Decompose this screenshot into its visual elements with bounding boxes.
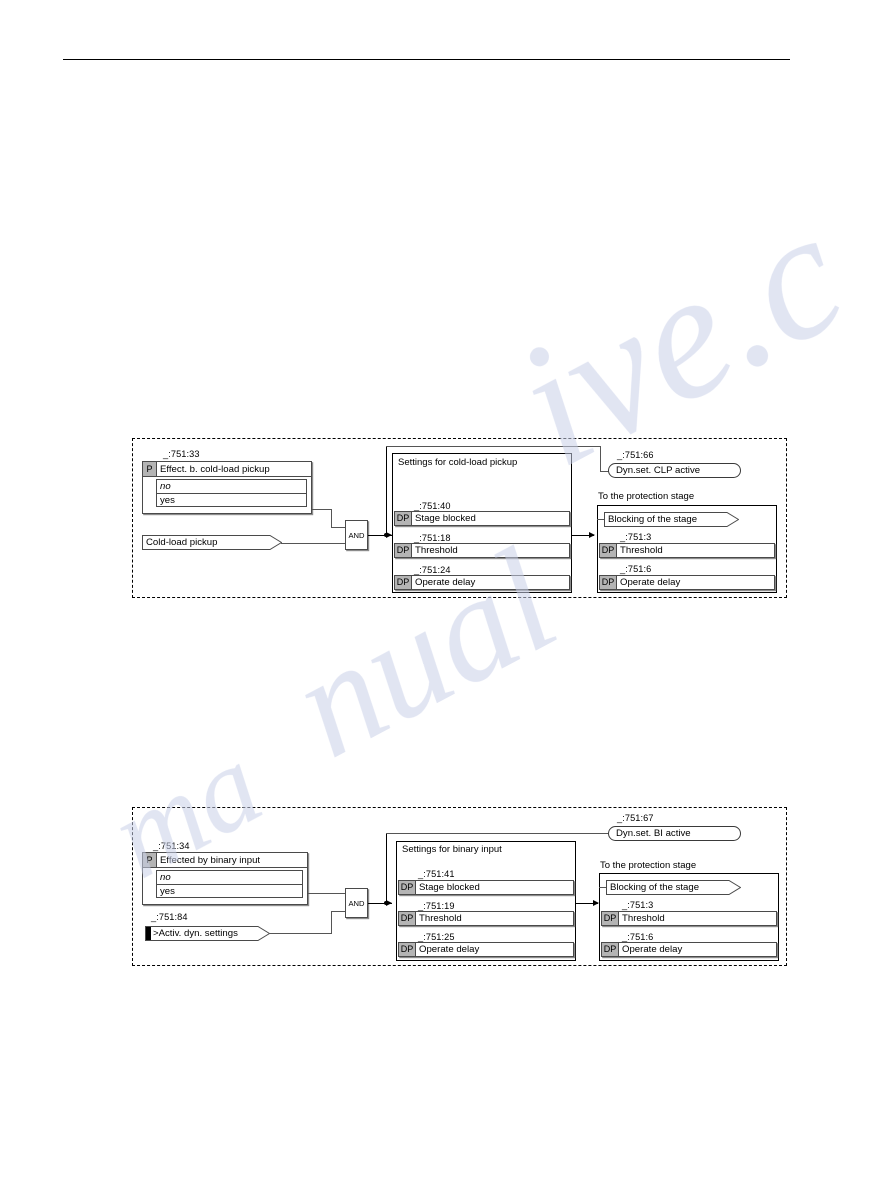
settings-row-tag-2: DP xyxy=(395,576,412,589)
parameter-options-2: no yes xyxy=(143,868,307,901)
parameter-options: no yes xyxy=(143,477,311,510)
settings-row-operate-delay: DP Operate delay xyxy=(394,575,570,590)
settings-row-stage-blocked: DP Stage blocked xyxy=(394,511,570,526)
parameter-label-2: Effected by binary input xyxy=(160,854,261,866)
protection-row-threshold: DP Threshold xyxy=(599,543,775,558)
input-flag-label: Cold-load pickup xyxy=(146,537,218,548)
wire-flag-up-2 xyxy=(331,911,332,934)
and-gate-1: AND xyxy=(345,520,368,550)
input-flag-cold-load-pickup: Cold-load pickup xyxy=(142,535,282,550)
settings-row-label-2-0: Stage blocked xyxy=(419,881,480,893)
protection-row-ref-2-0: _:751:3 xyxy=(622,900,654,910)
wire-flag-to-gate xyxy=(281,543,346,544)
settings-row-tag-2-1: DP xyxy=(399,912,416,925)
header-rule xyxy=(63,59,790,60)
parameter-block-cold-load[interactable]: P Effect. b. cold-load pickup no yes xyxy=(142,461,312,514)
page-canvas: nual ive.c ma _:751:33 P Effect. b. cold… xyxy=(0,0,893,1191)
protection-row-tag-1: DP xyxy=(600,576,617,589)
protection-row-tag-0: DP xyxy=(600,544,617,557)
settings-row-tag-2-2: DP xyxy=(399,943,416,956)
wire-param-out-2 xyxy=(308,893,346,894)
option-no[interactable]: no xyxy=(156,479,307,493)
input-flag-activate-dyn-settings: >Activ. dyn. settings xyxy=(145,926,270,941)
wire-flag-to-gate-2 xyxy=(331,911,346,912)
settings-row-threshold-2: DP Threshold xyxy=(398,911,574,926)
settings-row-label-0: Stage blocked xyxy=(415,512,476,524)
wire-feedback-down xyxy=(600,446,601,471)
arrowhead-to-settings-2 xyxy=(386,899,392,906)
output-dyn-set-bi-active: Dyn.set. BI active xyxy=(608,826,741,841)
settings-row-label-2: Operate delay xyxy=(415,576,476,588)
parameter-tag: P xyxy=(143,462,157,476)
settings-row-tag-0: DP xyxy=(395,512,412,525)
option-yes-2[interactable]: yes xyxy=(156,884,303,898)
protection-row-label-1: Operate delay xyxy=(620,576,681,588)
wire-param-to-gate xyxy=(331,527,346,528)
parameter-block-binary-input[interactable]: P Effected by binary input no yes xyxy=(142,852,308,905)
option-no-2[interactable]: no xyxy=(156,870,303,884)
option-yes[interactable]: yes xyxy=(156,493,307,507)
protection-row-operate-delay-2: DP Operate delay xyxy=(601,942,777,957)
protection-row-tag-2-1: DP xyxy=(602,943,619,956)
wire-param-out xyxy=(312,509,332,510)
wire-gate-up-2 xyxy=(386,834,387,903)
output-ref-2: _:751:67 xyxy=(617,813,654,823)
protection-row-label-0: Threshold xyxy=(620,544,663,556)
wire-flag-out-2 xyxy=(269,933,331,934)
input-flag-label-2: >Activ. dyn. settings xyxy=(153,928,238,939)
settings-row-operate-delay-2: DP Operate delay xyxy=(398,942,574,957)
settings-row-label-1: Threshold xyxy=(415,544,458,556)
settings-group-title: Settings for cold-load pickup xyxy=(398,457,518,468)
protection-row-tag-2-0: DP xyxy=(602,912,619,925)
settings-group-title-2: Settings for binary input xyxy=(402,844,502,855)
arrowhead-to-protection xyxy=(589,531,595,538)
protection-flag-blocking: Blocking of the stage xyxy=(604,512,739,527)
protection-row-label-2-1: Operate delay xyxy=(622,943,683,955)
protection-row-threshold-2: DP Threshold xyxy=(601,911,777,926)
parameter-label: Effect. b. cold-load pickup xyxy=(160,463,270,475)
protection-title-2: To the protection stage xyxy=(600,860,697,871)
parameter-header-row-2: P Effected by binary input xyxy=(143,853,307,868)
settings-row-ref-2-0: _:751:41 xyxy=(418,869,455,879)
protection-row-ref-1: _:751:6 xyxy=(620,564,652,574)
settings-row-tag-1: DP xyxy=(395,544,412,557)
wire-top-feedback-2 xyxy=(386,833,608,834)
wire-top-feedback xyxy=(386,446,601,447)
settings-row-label-2-1: Threshold xyxy=(419,912,462,924)
settings-row-label-2-2: Operate delay xyxy=(419,943,480,955)
output-ref: _:751:66 xyxy=(617,450,654,460)
protection-flag-label-2: Blocking of the stage xyxy=(610,882,700,893)
protection-title: To the protection stage xyxy=(598,491,695,502)
settings-row-tag-2-0: DP xyxy=(399,881,416,894)
settings-row-stage-blocked-2: DP Stage blocked xyxy=(398,880,574,895)
parameter-tag-2: P xyxy=(143,853,157,867)
protection-row-label-2-0: Threshold xyxy=(622,912,665,924)
parameter-ref: _:751:33 xyxy=(163,449,200,459)
protection-row-ref-0: _:751:3 xyxy=(620,532,652,542)
and-gate-2: AND xyxy=(345,888,368,918)
settings-row-threshold: DP Threshold xyxy=(394,543,570,558)
wire-gate-up xyxy=(386,447,387,535)
binary-input-marker xyxy=(146,927,151,940)
parameter-ref-2: _:751:34 xyxy=(153,841,190,851)
protection-flag-blocking-2: Blocking of the stage xyxy=(606,880,741,895)
parameter-header-row: P Effect. b. cold-load pickup xyxy=(143,462,311,477)
protection-row-operate-delay: DP Operate delay xyxy=(599,575,775,590)
protection-flag-label: Blocking of the stage xyxy=(608,514,698,525)
wire-param-down xyxy=(331,509,332,527)
output-dyn-set-clp-active: Dyn.set. CLP active xyxy=(608,463,741,478)
input-ref-2: _:751:84 xyxy=(151,912,188,922)
